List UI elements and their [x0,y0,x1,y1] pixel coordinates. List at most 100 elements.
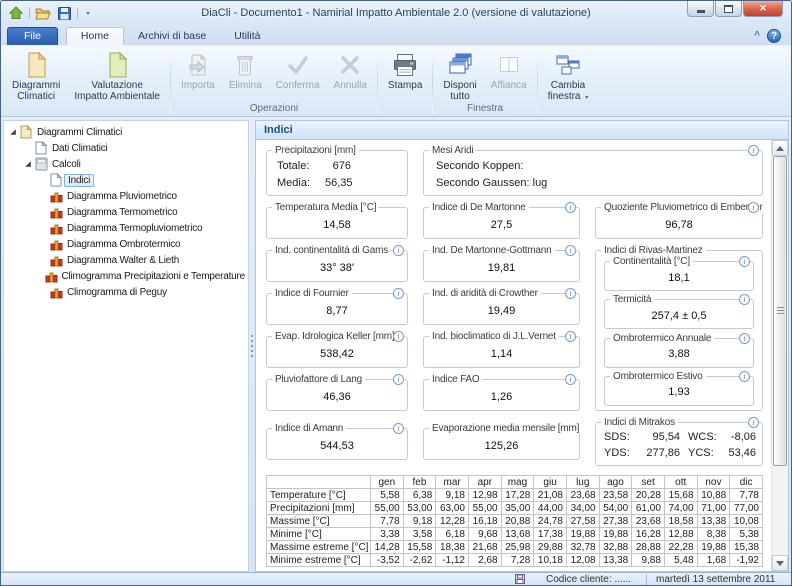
table-cell[interactable]: 7,28 [501,554,534,567]
scroll-down-button[interactable] [772,555,788,571]
table-cell[interactable]: 5,38 [730,528,763,541]
table-cell[interactable]: 9,68 [468,528,501,541]
stampa-button[interactable]: Stampa [381,48,429,103]
column-header-month[interactable]: mag [501,476,534,489]
table-cell[interactable]: 19,88 [599,528,632,541]
table-cell[interactable]: 2,68 [468,554,501,567]
column-header-month[interactable]: ott [664,476,697,489]
table-cell[interactable]: -2,62 [403,554,436,567]
tree-item-diagramma-termometrico[interactable]: Diagramma Termometrico [4,204,248,220]
tree-item-indici[interactable]: Indici [4,172,248,188]
row-header[interactable]: Minime [°C] [267,528,371,541]
info-icon[interactable]: i [565,245,576,256]
info-icon[interactable]: i [393,374,404,385]
tree-item-dati-climatici[interactable]: Dati Climatici [4,140,248,156]
table-cell[interactable]: 7,78 [371,515,404,528]
tree-item-diagrammi-climatici[interactable]: Diagrammi Climatici [4,124,248,140]
row-header[interactable]: Massime [°C] [267,515,371,528]
info-icon[interactable]: i [748,417,759,428]
table-cell[interactable]: 74,00 [664,502,697,515]
table-cell[interactable]: 32,88 [599,541,632,554]
table-cell[interactable]: 15,68 [664,489,697,502]
tree-item-climogramma-di-peguy[interactable]: Climogramma di Peguy [4,284,248,300]
table-cell[interactable]: -3,52 [371,554,404,567]
disponi-tutto-button[interactable]: Disponi tutto [436,48,483,103]
table-cell[interactable]: 23,68 [632,515,665,528]
info-icon[interactable]: i [393,288,404,299]
table-cell[interactable]: 27,38 [599,515,632,528]
table-cell[interactable]: 20,28 [632,489,665,502]
table-cell[interactable]: 17,38 [534,528,567,541]
info-icon[interactable]: i [565,331,576,342]
tree-item-diagramma-pluviometrico[interactable]: Diagramma Pluviometrico [4,188,248,204]
table-cell[interactable]: 16,28 [632,528,665,541]
table-cell[interactable]: 10,18 [534,554,567,567]
row-header[interactable]: Massime estreme [°C] [267,541,371,554]
table-cell[interactable]: 8,38 [697,528,730,541]
table-cell[interactable]: 32,78 [566,541,599,554]
info-icon[interactable]: i [393,423,404,434]
tree-item-diagramma-termopluviometrico[interactable]: Diagramma Termopluviometrico [4,220,248,236]
table-cell[interactable]: 18,38 [436,541,469,554]
table-cell[interactable]: 6,38 [403,489,436,502]
table-cell[interactable]: 18,58 [664,515,697,528]
table-cell[interactable]: 22,28 [664,541,697,554]
table-cell[interactable]: 13,38 [697,515,730,528]
table-cell[interactable]: 10,88 [697,489,730,502]
valutazione-impatto-ambientale-button[interactable]: Valutazione Impatto Ambientale [67,48,167,103]
home-icon[interactable] [7,5,25,22]
info-icon[interactable]: i [565,374,576,385]
scrollbar-track[interactable] [772,466,788,555]
table-cell[interactable]: 21,08 [534,489,567,502]
collapse-ribbon-icon[interactable]: ^ [754,32,760,40]
scroll-up-button[interactable] [772,140,788,156]
table-cell[interactable]: 15,38 [730,541,763,554]
info-icon[interactable]: i [393,331,404,342]
save-icon[interactable] [55,5,73,22]
info-icon[interactable]: i [393,245,404,256]
table-cell[interactable]: 23,58 [599,489,632,502]
table-cell[interactable]: 29,88 [534,541,567,554]
row-header[interactable]: Temperature [°C] [267,489,371,502]
tab-file[interactable]: File [7,27,58,45]
column-header-month[interactable]: giu [534,476,567,489]
tree-item-climogramma-precipitazioni-e-temperature[interactable]: Climogramma Precipitazioni e Temperature [4,268,248,284]
table-cell[interactable]: 55,00 [371,502,404,515]
expand-triangle-icon[interactable] [7,128,18,136]
table-cell[interactable]: 5,48 [664,554,697,567]
info-icon[interactable]: i [739,294,750,305]
table-cell[interactable]: 28,88 [632,541,665,554]
table-cell[interactable]: 44,00 [534,502,567,515]
info-icon[interactable]: i [565,202,576,213]
table-cell[interactable]: 34,00 [566,502,599,515]
table-cell[interactable]: 12,98 [468,489,501,502]
maximize-button[interactable] [715,1,742,17]
tree-item-diagramma-ombrotermico[interactable]: Diagramma Ombrotermico [4,236,248,252]
table-cell[interactable]: 20,88 [501,515,534,528]
table-cell[interactable]: 61,00 [632,502,665,515]
table-cell[interactable]: 15,58 [403,541,436,554]
table-cell[interactable]: 1,68 [697,554,730,567]
table-cell[interactable]: 12,28 [436,515,469,528]
table-cell[interactable]: 25,98 [501,541,534,554]
table-cell[interactable]: 9,18 [403,515,436,528]
tab-home[interactable]: Home [66,27,124,45]
table-cell[interactable]: 9,88 [632,554,665,567]
table-cell[interactable]: 6,18 [436,528,469,541]
open-file-icon[interactable] [34,5,52,22]
info-icon[interactable]: i [739,256,750,267]
column-header-month[interactable]: dic [730,476,763,489]
column-header-month[interactable]: mar [436,476,469,489]
scrollbar-thumb[interactable] [773,156,787,466]
help-icon[interactable]: ? [767,29,781,43]
table-cell[interactable]: 16,18 [468,515,501,528]
tree-item-diagramma-walter-lieth[interactable]: Diagramma Walter & Lieth [4,252,248,268]
table-cell[interactable]: 14,28 [371,541,404,554]
qat-dropdown-icon[interactable]: ▾ [82,5,94,22]
tree-item-calcoli[interactable]: Calcoli [4,156,248,172]
info-icon[interactable]: i [739,333,750,344]
table-cell[interactable]: 77,00 [730,502,763,515]
table-cell[interactable]: 19,88 [566,528,599,541]
tab-utilita[interactable]: Utilità [220,28,274,45]
table-cell[interactable]: 7,78 [730,489,763,502]
